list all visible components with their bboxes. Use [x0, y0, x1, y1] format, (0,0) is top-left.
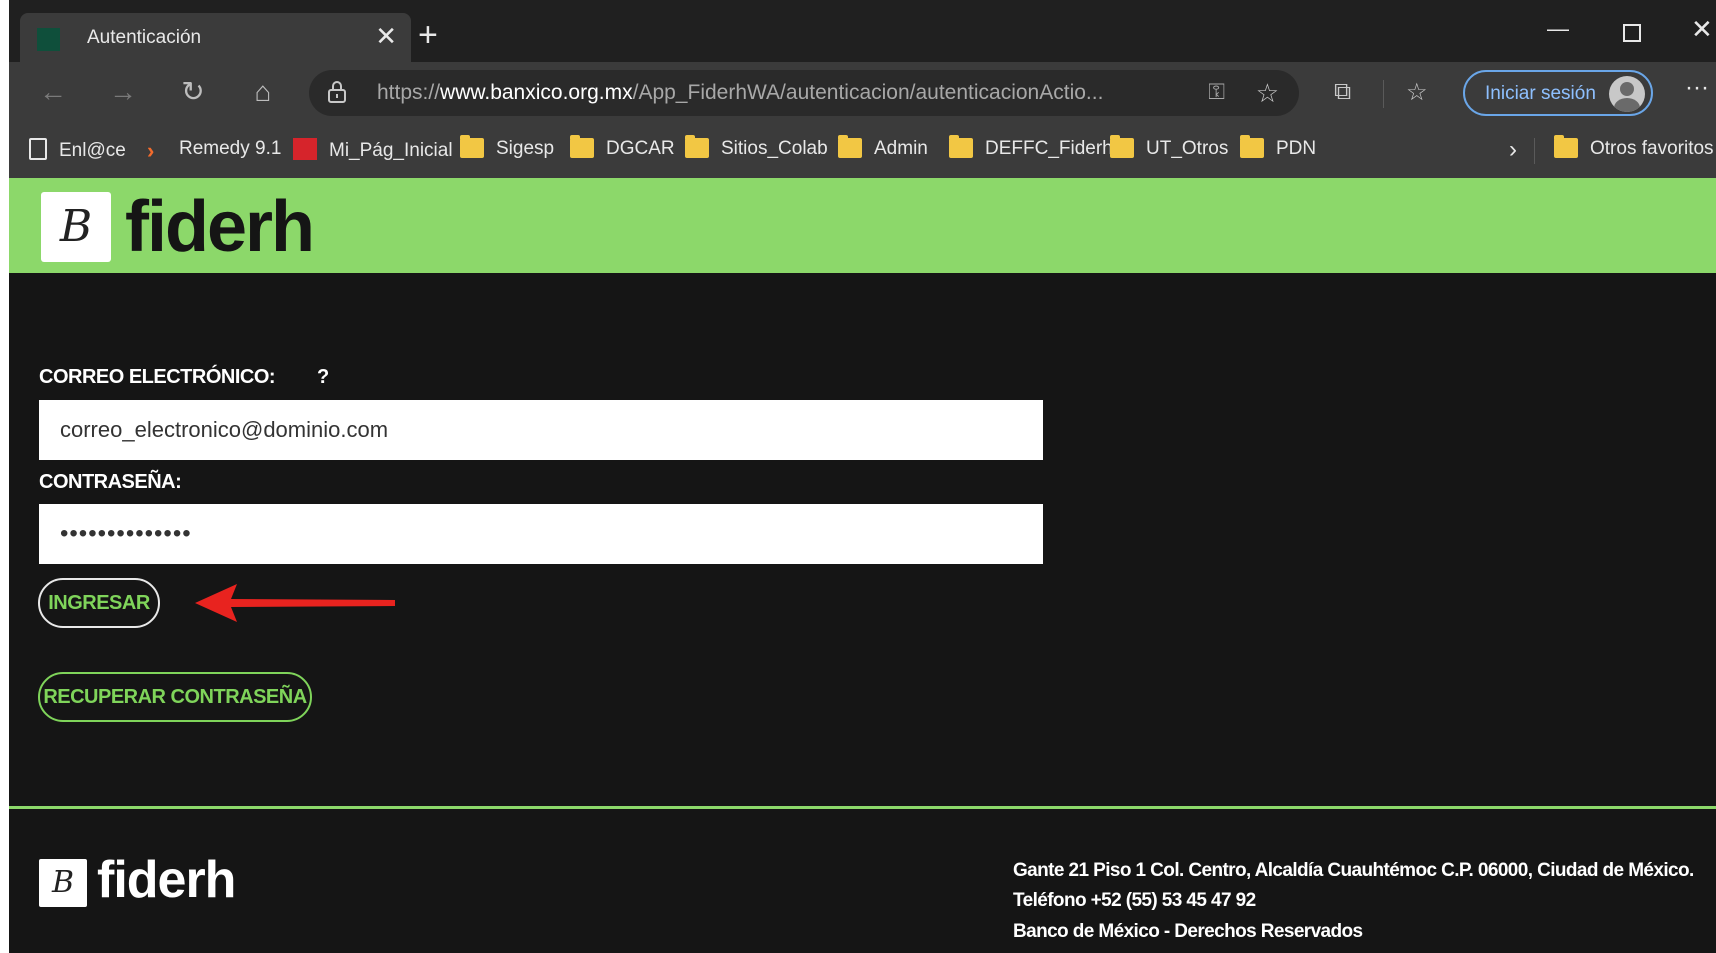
- bookmark-otros-favoritos[interactable]: Otros favoritos: [1554, 135, 1714, 160]
- bookmarks-bar: Enl@ce › Remedy 9.1 Mi_Pág_Inicial Sigesp…: [9, 124, 1716, 178]
- maximize-window-button[interactable]: [1623, 24, 1641, 42]
- address-bar[interactable]: https://www.banxico.org.mx/App_FiderhWA/…: [309, 70, 1299, 116]
- remedy-icon: ›: [147, 138, 155, 163]
- password-label: CONTRASEÑA:: [39, 471, 182, 493]
- tab-strip: Autenticación ✕ + — ✕: [9, 0, 1716, 63]
- bookmark-label: DGCAR: [606, 138, 675, 159]
- avatar-icon: [1609, 76, 1645, 112]
- close-window-button[interactable]: ✕: [1691, 14, 1713, 45]
- email-field[interactable]: [39, 400, 1043, 460]
- bookmark-deffc-fiderh[interactable]: DEFFC_Fiderh: [949, 135, 1113, 160]
- close-tab-icon[interactable]: ✕: [375, 23, 397, 49]
- recover-password-button[interactable]: RECUPERAR CONTRASEÑA: [38, 672, 312, 722]
- browser-chrome: Autenticación ✕ + — ✕ ← → ↻ ⌂ https://ww…: [9, 0, 1716, 178]
- bookmark-label: Otros favoritos: [1590, 138, 1714, 159]
- bookmarks-divider: [1534, 138, 1535, 164]
- email-help-icon[interactable]: ?: [317, 366, 329, 389]
- bookmark-mi-pag-inicial[interactable]: Mi_Pág_Inicial: [293, 138, 453, 162]
- email-label: CORREO ELECTRÓNICO:: [39, 366, 276, 388]
- folder-icon: [570, 135, 594, 158]
- bookmark-remedy[interactable]: › Remedy 9.1: [147, 138, 281, 163]
- password-field[interactable]: [39, 504, 1043, 564]
- bookmark-label: Enl@ce: [59, 140, 126, 161]
- footer-banxico-logo-icon: B: [39, 859, 87, 907]
- favorites-icon[interactable]: ☆: [1406, 78, 1428, 107]
- url-text: https://www.banxico.org.mx/App_FiderhWA/…: [377, 81, 1167, 105]
- bookmark-pdn[interactable]: PDN: [1240, 135, 1317, 160]
- site-favicon-icon: [37, 28, 60, 51]
- bookmark-admin[interactable]: Admin: [838, 135, 928, 160]
- site-header: B fiderh: [9, 178, 1716, 273]
- folder-icon: [685, 135, 709, 158]
- signin-label: Iniciar sesión: [1485, 83, 1596, 104]
- tab-title: Autenticación: [87, 27, 202, 48]
- bookmark-dgcar[interactable]: DGCAR: [570, 135, 675, 160]
- banxico-logo-icon: B: [41, 192, 111, 262]
- page-icon: [29, 138, 47, 160]
- page-content: B fiderh CORREO ELECTRÓNICO: ? CONTRASEÑ…: [9, 178, 1716, 953]
- add-favorite-icon[interactable]: ☆: [1256, 78, 1279, 109]
- folder-icon: [1240, 135, 1264, 158]
- footer-logo-mark: B: [51, 865, 75, 900]
- more-options-icon[interactable]: ···: [1685, 74, 1709, 102]
- signin-button[interactable]: Iniciar sesión: [1463, 70, 1653, 116]
- bookmark-label: UT_Otros: [1146, 138, 1229, 159]
- annotation-arrow-icon: [195, 584, 395, 622]
- footer-phone: Teléfono +52 (55) 53 45 47 92: [1013, 890, 1256, 911]
- logo-mark: B: [59, 201, 93, 252]
- oracle-icon: [293, 138, 317, 160]
- extension-icon[interactable]: ⧉: [1334, 78, 1351, 106]
- forward-arrow-icon[interactable]: →: [103, 72, 143, 112]
- home-icon[interactable]: ⌂: [243, 72, 283, 112]
- login-button[interactable]: INGRESAR: [38, 578, 160, 628]
- url-path: /App_FiderhWA/autenticacion/autenticacio…: [632, 81, 1104, 104]
- bookmark-label: Sigesp: [496, 138, 555, 159]
- site-logo-text: fiderh: [125, 187, 315, 267]
- folder-icon: [838, 135, 862, 158]
- bookmark-label: Remedy 9.1: [179, 138, 282, 159]
- bookmark-sitios-colab[interactable]: Sitios_Colab: [685, 135, 828, 160]
- url-prefix: https://: [377, 81, 441, 104]
- password-key-icon[interactable]: ⚿: [1208, 79, 1225, 105]
- folder-icon: [949, 135, 973, 158]
- footer-address: Gante 21 Piso 1 Col. Centro, Alcaldía Cu…: [1013, 860, 1694, 881]
- reload-icon[interactable]: ↻: [173, 72, 213, 112]
- footer-copyright: Banco de México - Derechos Reservados: [1013, 921, 1363, 942]
- bookmark-sigesp[interactable]: Sigesp: [460, 135, 555, 160]
- bookmark-label: Sitios_Colab: [721, 138, 828, 159]
- toolbar-divider: [1383, 80, 1384, 108]
- folder-icon: [1110, 135, 1134, 158]
- minimize-window-button[interactable]: —: [1547, 16, 1569, 42]
- url-host: www.banxico.org.mx: [440, 81, 633, 104]
- bookmark-ut-otros[interactable]: UT_Otros: [1110, 135, 1229, 160]
- folder-icon: [1554, 135, 1578, 158]
- bookmark-label: PDN: [1276, 138, 1317, 159]
- browser-toolbar: ← → ↻ ⌂ https://www.banxico.org.mx/App_F…: [9, 62, 1716, 124]
- lock-icon[interactable]: [327, 80, 347, 104]
- chevron-right-icon[interactable]: ›: [1509, 136, 1517, 164]
- footer-divider: [9, 806, 1716, 809]
- footer-logo-text: fiderh: [97, 851, 236, 909]
- browser-tab[interactable]: Autenticación ✕: [20, 13, 411, 63]
- new-tab-button[interactable]: +: [418, 18, 438, 52]
- back-arrow-icon[interactable]: ←: [33, 72, 73, 112]
- bookmark-enlace[interactable]: Enl@ce: [29, 138, 126, 162]
- bookmark-label: Admin: [874, 138, 928, 159]
- folder-icon: [460, 135, 484, 158]
- bookmark-label: Mi_Pág_Inicial: [329, 140, 453, 161]
- bookmark-label: DEFFC_Fiderh: [985, 138, 1113, 159]
